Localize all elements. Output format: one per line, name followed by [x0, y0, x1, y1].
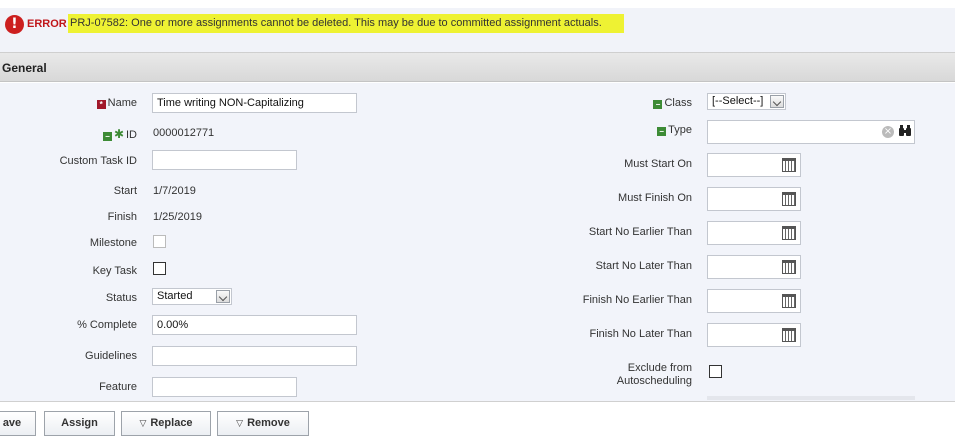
feature-input[interactable]	[152, 377, 297, 397]
finish-no-earlier-field[interactable]	[707, 289, 801, 313]
top-strip	[0, 0, 955, 8]
partial-field-below	[707, 396, 915, 400]
start-no-earlier-field[interactable]	[707, 221, 801, 245]
pct-complete-input[interactable]: 0.00%	[152, 315, 357, 335]
guidelines-label: Guidelines	[85, 350, 137, 362]
status-value: Started	[157, 290, 193, 302]
name-label: * Name	[60, 97, 137, 109]
must-start-on-field[interactable]	[707, 153, 801, 177]
section-header-general[interactable]: General	[0, 52, 955, 82]
start-no-earlier-label: Start No Earlier Than	[588, 226, 692, 238]
clear-icon[interactable]: ×	[882, 126, 894, 138]
calendar-icon[interactable]	[782, 260, 796, 274]
finish-no-earlier-label: Finish No Earlier Than	[582, 294, 692, 306]
assign-button[interactable]: Assign	[44, 411, 115, 436]
finish-label: Finish	[107, 211, 137, 223]
start-no-later-field[interactable]	[707, 255, 801, 279]
must-start-on-label: Must Start On	[624, 158, 692, 170]
finish-no-later-field[interactable]	[707, 323, 801, 347]
calendar-icon[interactable]	[782, 226, 796, 240]
finish-value: 1/25/2019	[153, 211, 202, 223]
type-input[interactable]: ×	[707, 120, 915, 144]
class-select[interactable]: [--Select--]	[707, 93, 786, 110]
error-icon: !	[5, 15, 24, 34]
chevron-down-icon[interactable]	[770, 95, 784, 108]
exclude-autoscheduling-label: Exclude from Autoscheduling	[616, 362, 692, 387]
start-value: 1/7/2019	[153, 185, 196, 197]
remove-button[interactable]: ▽ Remove	[217, 411, 309, 436]
milestone-label: Milestone	[89, 237, 137, 249]
calendar-icon[interactable]	[782, 328, 796, 342]
error-message: PRJ-07582: One or more assignments canno…	[68, 14, 624, 33]
chevron-down-icon[interactable]	[216, 290, 230, 303]
status-select[interactable]: Started	[152, 288, 232, 305]
save-button[interactable]: ave	[0, 411, 36, 436]
key-task-checkbox[interactable]	[153, 262, 166, 275]
must-finish-on-label: Must Finish On	[618, 192, 692, 204]
class-label: − Class	[560, 97, 692, 109]
pct-complete-label: % Complete	[77, 319, 137, 331]
status-label: Status	[105, 292, 137, 304]
key-field-icon: ✱	[113, 127, 124, 141]
start-no-later-label: Start No Later Than	[595, 260, 692, 272]
custom-task-id-label: Custom Task ID	[59, 155, 137, 167]
name-input[interactable]: Time writing NON-Capitalizing	[152, 93, 357, 113]
start-label: Start	[113, 185, 137, 197]
must-finish-on-field[interactable]	[707, 187, 801, 211]
divider	[0, 401, 955, 402]
key-task-label: Key Task	[92, 265, 137, 277]
guidelines-input[interactable]	[152, 346, 357, 366]
collapse-icon: −	[653, 100, 663, 109]
exclude-autoscheduling-checkbox[interactable]	[709, 365, 722, 378]
finish-no-later-label: Finish No Later Than	[589, 328, 692, 340]
calendar-icon[interactable]	[782, 158, 796, 172]
chevron-down-icon: ▽	[139, 418, 147, 428]
id-label: − ✱ ID	[60, 127, 137, 141]
chevron-down-icon: ▽	[236, 418, 244, 428]
id-value: 0000012771	[153, 127, 215, 139]
error-banner: ! ERROR PRJ-07582: One or more assignmen…	[0, 8, 955, 52]
class-value: [--Select--]	[712, 95, 764, 107]
collapse-icon: −	[102, 132, 112, 141]
required-icon: *	[96, 100, 106, 109]
collapse-icon: −	[657, 127, 667, 136]
error-label: ERROR	[27, 18, 67, 30]
custom-task-id-input[interactable]	[152, 150, 297, 170]
binoculars-icon[interactable]	[898, 125, 912, 137]
milestone-checkbox	[153, 235, 166, 248]
section-title: General	[2, 61, 47, 75]
calendar-icon[interactable]	[782, 294, 796, 308]
type-label: − Type	[560, 124, 692, 136]
calendar-icon[interactable]	[782, 192, 796, 206]
replace-button[interactable]: ▽ Replace	[121, 411, 211, 436]
feature-label: Feature	[99, 381, 137, 393]
